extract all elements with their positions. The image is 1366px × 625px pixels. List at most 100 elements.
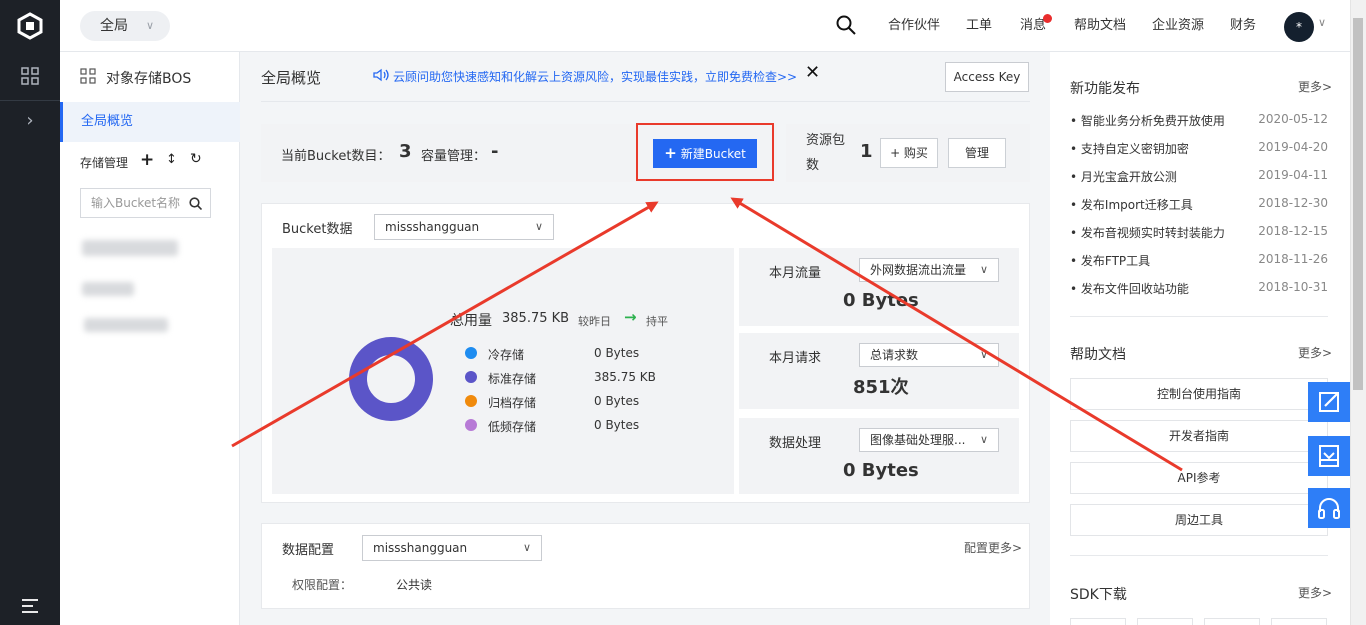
- chevron-down-icon: ∨: [979, 348, 988, 361]
- menu-collapse-icon[interactable]: [18, 594, 42, 618]
- processing-type-select[interactable]: 图像基础处理服... ∨: [859, 428, 999, 452]
- logo-icon[interactable]: [16, 12, 44, 40]
- nav-help-docs[interactable]: 帮助文档: [1074, 0, 1126, 52]
- manage-button[interactable]: 管理: [948, 138, 1006, 168]
- news-more-link[interactable]: 更多>: [1298, 78, 1332, 95]
- nav-partners[interactable]: 合作伙伴: [888, 0, 940, 52]
- sort-icon[interactable]: ↕: [166, 152, 177, 167]
- product-sidebar: 对象存储BOS 全局概览 存储管理 + ↕ ↻ 输入Bucket名称: [60, 52, 240, 625]
- bucket-list-item-redacted[interactable]: [84, 318, 168, 332]
- docs-more-link[interactable]: 更多>: [1298, 344, 1332, 361]
- permission-value: 公共读: [396, 578, 433, 592]
- bucket-list-item-redacted[interactable]: [82, 282, 134, 296]
- nav-finance[interactable]: 财务: [1230, 0, 1256, 52]
- search-icon[interactable]: [836, 15, 856, 35]
- doc-console-guide[interactable]: 控制台使用指南: [1070, 378, 1328, 410]
- avatar[interactable]: *: [1284, 12, 1314, 42]
- bucket-count-label: 当前Bucket数目：: [281, 149, 391, 164]
- legend-value: 0 Bytes: [594, 346, 640, 360]
- news-date: 2019-04-11: [1258, 168, 1328, 182]
- sidebar-item-overview[interactable]: 全局概览: [60, 102, 240, 142]
- config-more-link[interactable]: 配置更多>: [964, 539, 1022, 556]
- grid-icon: [80, 68, 96, 84]
- monthly-requests-panel: 本月请求 总请求数 ∨ 851次: [739, 333, 1019, 409]
- news-item[interactable]: • 发布音视频实时转封装能力 2018-12-15: [1070, 224, 1328, 252]
- doc-developer-guide[interactable]: 开发者指南: [1070, 420, 1328, 452]
- bucket-data-select[interactable]: missshangguan ∨: [374, 214, 554, 240]
- search-icon[interactable]: [189, 197, 202, 210]
- stat-value: 0 Bytes: [843, 290, 919, 311]
- stat-value: 0 Bytes: [843, 460, 919, 481]
- usage-panel: 总用量 385.75 KB 较昨日 → 持平 冷存储 0 Bytes 标准存储 …: [272, 248, 734, 494]
- access-key-button[interactable]: Access Key: [945, 62, 1029, 92]
- news-bullet: •: [1070, 114, 1081, 128]
- select-value: 图像基础处理服...: [870, 433, 966, 447]
- total-usage-label: 总用量: [450, 313, 492, 329]
- sdk-card[interactable]: [1204, 618, 1260, 625]
- stat-label: 本月流量: [769, 266, 822, 281]
- archive-storage-dot: [465, 395, 477, 407]
- news-date: 2018-10-31: [1258, 280, 1328, 294]
- stat-label: 数据处理: [769, 436, 822, 451]
- nav-messages[interactable]: 消息: [1020, 0, 1053, 52]
- docs-title: 帮助文档: [1070, 347, 1126, 363]
- inbox-icon: [1319, 445, 1339, 467]
- grid-icon[interactable]: [18, 64, 42, 88]
- news-date: 2018-11-26: [1258, 252, 1328, 266]
- support-button[interactable]: [1308, 488, 1350, 528]
- storage-management-label: 存储管理: [80, 156, 129, 170]
- inbox-button[interactable]: [1308, 436, 1350, 476]
- infrequent-storage-dot: [465, 419, 477, 431]
- monthly-traffic-panel: 本月流量 外网数据流出流量 ∨ 0 Bytes: [739, 248, 1019, 326]
- request-type-select[interactable]: 总请求数 ∨: [859, 343, 999, 367]
- search-placeholder: 输入Bucket名称: [91, 196, 181, 210]
- legend-name: 低频存储: [488, 420, 537, 434]
- chevron-down-icon: ∨: [534, 220, 543, 233]
- legend-name: 标准存储: [488, 372, 537, 386]
- doc-api-reference[interactable]: API参考: [1070, 462, 1328, 494]
- edit-icon: [1319, 392, 1339, 412]
- sdk-title: SDK下载: [1070, 587, 1127, 603]
- news-item[interactable]: • 发布文件回收站功能 2018-10-31: [1070, 280, 1328, 308]
- scrollbar-thumb[interactable]: [1353, 18, 1363, 390]
- chevron-down-icon: ∨: [979, 263, 988, 276]
- news-item[interactable]: • 月光宝盒开放公测 2019-04-11: [1070, 168, 1328, 196]
- feedback-button[interactable]: [1308, 382, 1350, 422]
- nav-enterprise[interactable]: 企业资源: [1152, 0, 1204, 52]
- sdk-card[interactable]: [1070, 618, 1126, 625]
- doc-tools[interactable]: 周边工具: [1070, 504, 1328, 536]
- nav-tickets[interactable]: 工单: [966, 0, 992, 52]
- buy-button[interactable]: + 购买: [880, 138, 938, 168]
- sdk-more-link[interactable]: 更多>: [1298, 584, 1332, 601]
- traffic-type-select[interactable]: 外网数据流出流量 ∨: [859, 258, 999, 282]
- speaker-icon: [373, 68, 389, 82]
- avatar-chevron-icon[interactable]: ∨: [1318, 16, 1326, 29]
- resource-package-bar: 资源包数 1 + 购买 管理: [786, 124, 1030, 182]
- data-config-select[interactable]: missshangguan ∨: [362, 535, 542, 561]
- advisor-notice-link[interactable]: 云顾问助您快速感知和化解云上资源风险，实现最佳实践，立即免费检查>>: [393, 68, 797, 85]
- news-item[interactable]: • 发布FTP工具 2018-11-26: [1070, 252, 1328, 280]
- bucket-list-item-redacted[interactable]: [82, 240, 178, 256]
- chevron-down-icon: ∨: [145, 19, 154, 32]
- add-icon[interactable]: +: [140, 150, 154, 170]
- expand-chevron-icon[interactable]: ›: [18, 109, 42, 133]
- news-item[interactable]: • 支持自定义密钥加密 2019-04-20: [1070, 140, 1328, 168]
- news-title: 智能业务分析免费开放使用: [1080, 114, 1225, 128]
- sdk-card[interactable]: [1271, 618, 1327, 625]
- news-date: 2019-04-20: [1258, 140, 1328, 154]
- news-item[interactable]: • 智能业务分析免费开放使用 2020-05-12: [1070, 112, 1328, 140]
- region-selector[interactable]: 全局 ∨: [80, 11, 170, 41]
- bucket-search-input[interactable]: 输入Bucket名称: [80, 188, 211, 218]
- sdk-card[interactable]: [1137, 618, 1193, 625]
- usage-donut-chart: [349, 337, 433, 421]
- news-item[interactable]: • 发布Import迁移工具 2018-12-30: [1070, 196, 1328, 224]
- select-value: 总请求数: [870, 348, 919, 362]
- close-icon[interactable]: ✕: [805, 62, 820, 83]
- refresh-icon[interactable]: ↻: [190, 151, 202, 167]
- news-title: 月光宝盒开放公测: [1080, 170, 1177, 184]
- legend-value: 385.75 KB: [594, 370, 656, 384]
- news-bullet: •: [1070, 142, 1081, 156]
- permission-label: 权限配置：: [292, 578, 353, 592]
- right-panel: 新功能发布 更多> • 智能业务分析免费开放使用 2020-05-12 • 支持自…: [1050, 52, 1350, 625]
- annotation-highlight-box: [636, 123, 774, 181]
